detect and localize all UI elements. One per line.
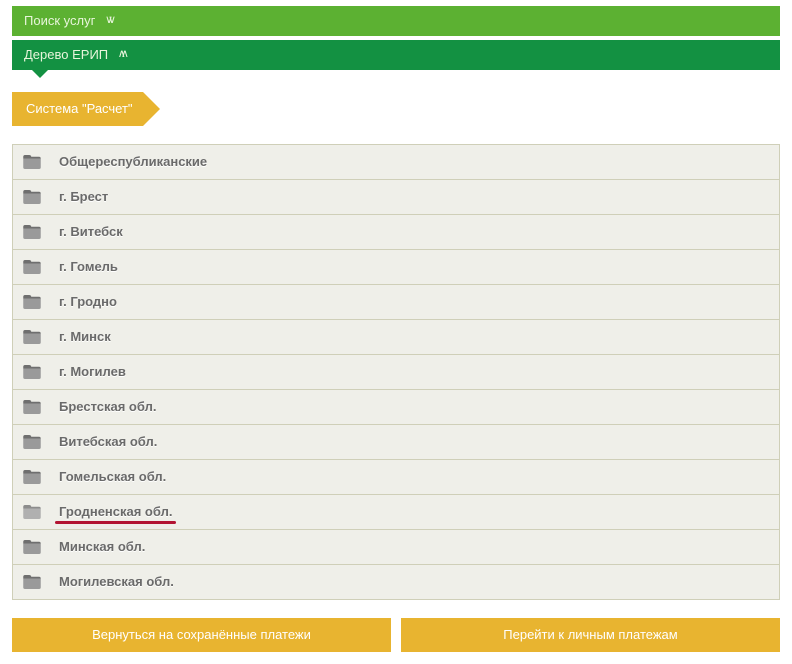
breadcrumb-current-label: Система "Расчет" — [26, 101, 133, 116]
folder-label: г. Гродно — [59, 294, 117, 310]
header-tree-label: Дерево ЕРИП — [24, 47, 108, 62]
folder-label: г. Витебск — [59, 224, 123, 240]
back-button[interactable]: Вернуться на сохранённые платежи — [12, 618, 391, 652]
breadcrumb: Система "Расчет" — [12, 92, 780, 126]
folder-row[interactable]: Гродненская обл. — [13, 494, 779, 529]
folder-icon — [23, 435, 41, 449]
folder-grid: Общереспубликанские г. Брест г. Витебск … — [12, 144, 780, 600]
folder-label: Гомельская обл. — [59, 469, 166, 485]
folder-label: г. Минск — [59, 329, 111, 345]
folder-label: Общереспубликанские — [59, 154, 207, 170]
folder-label: г. Брест — [59, 189, 108, 205]
folder-icon — [23, 365, 41, 379]
folder-row[interactable]: г. Витебск — [13, 214, 779, 249]
folder-icon — [23, 295, 41, 309]
active-pointer-icon — [32, 70, 48, 78]
personal-button-label: Перейти к личным платежам — [503, 627, 677, 642]
folder-icon — [23, 190, 41, 204]
folder-row[interactable]: г. Могилев — [13, 354, 779, 389]
folder-icon — [23, 330, 41, 344]
chevron-down-icon: ∨∨ — [105, 14, 111, 26]
folder-label: Гродненская обл. — [59, 504, 172, 520]
folder-label: Брестская обл. — [59, 399, 156, 415]
back-button-label: Вернуться на сохранённые платежи — [92, 627, 311, 642]
folder-label: Витебская обл. — [59, 434, 157, 450]
search-services-bar[interactable]: Поиск услуг ∨∨ — [12, 6, 780, 36]
folder-row[interactable]: г. Брест — [13, 179, 779, 214]
folder-row[interactable]: г. Минск — [13, 319, 779, 354]
folder-row[interactable]: Могилевская обл. — [13, 564, 779, 599]
folder-label: г. Могилев — [59, 364, 126, 380]
folder-icon — [23, 260, 41, 274]
folder-icon — [23, 400, 41, 414]
breadcrumb-item[interactable]: Система "Расчет" — [12, 92, 143, 126]
folder-row[interactable]: Минская обл. — [13, 529, 779, 564]
folder-row[interactable]: Общереспубликанские — [13, 145, 779, 179]
folder-row[interactable]: г. Гомель — [13, 249, 779, 284]
folder-icon — [23, 575, 41, 589]
folder-row[interactable]: Витебская обл. — [13, 424, 779, 459]
folder-row[interactable]: Гомельская обл. — [13, 459, 779, 494]
folder-icon — [23, 470, 41, 484]
folder-label: Минская обл. — [59, 539, 145, 555]
folder-icon — [23, 155, 41, 169]
folder-label: г. Гомель — [59, 259, 118, 275]
erip-tree-bar[interactable]: Дерево ЕРИП ∧∧ — [12, 40, 780, 70]
folder-icon — [23, 505, 41, 519]
chevron-up-icon: ∧∧ — [118, 48, 124, 60]
personal-payments-button[interactable]: Перейти к личным платежам — [401, 618, 780, 652]
header-search-label: Поиск услуг — [24, 13, 95, 28]
folder-row[interactable]: Брестская обл. — [13, 389, 779, 424]
folder-icon — [23, 540, 41, 554]
folder-label: Могилевская обл. — [59, 574, 174, 590]
folder-icon — [23, 225, 41, 239]
folder-row[interactable]: г. Гродно — [13, 284, 779, 319]
